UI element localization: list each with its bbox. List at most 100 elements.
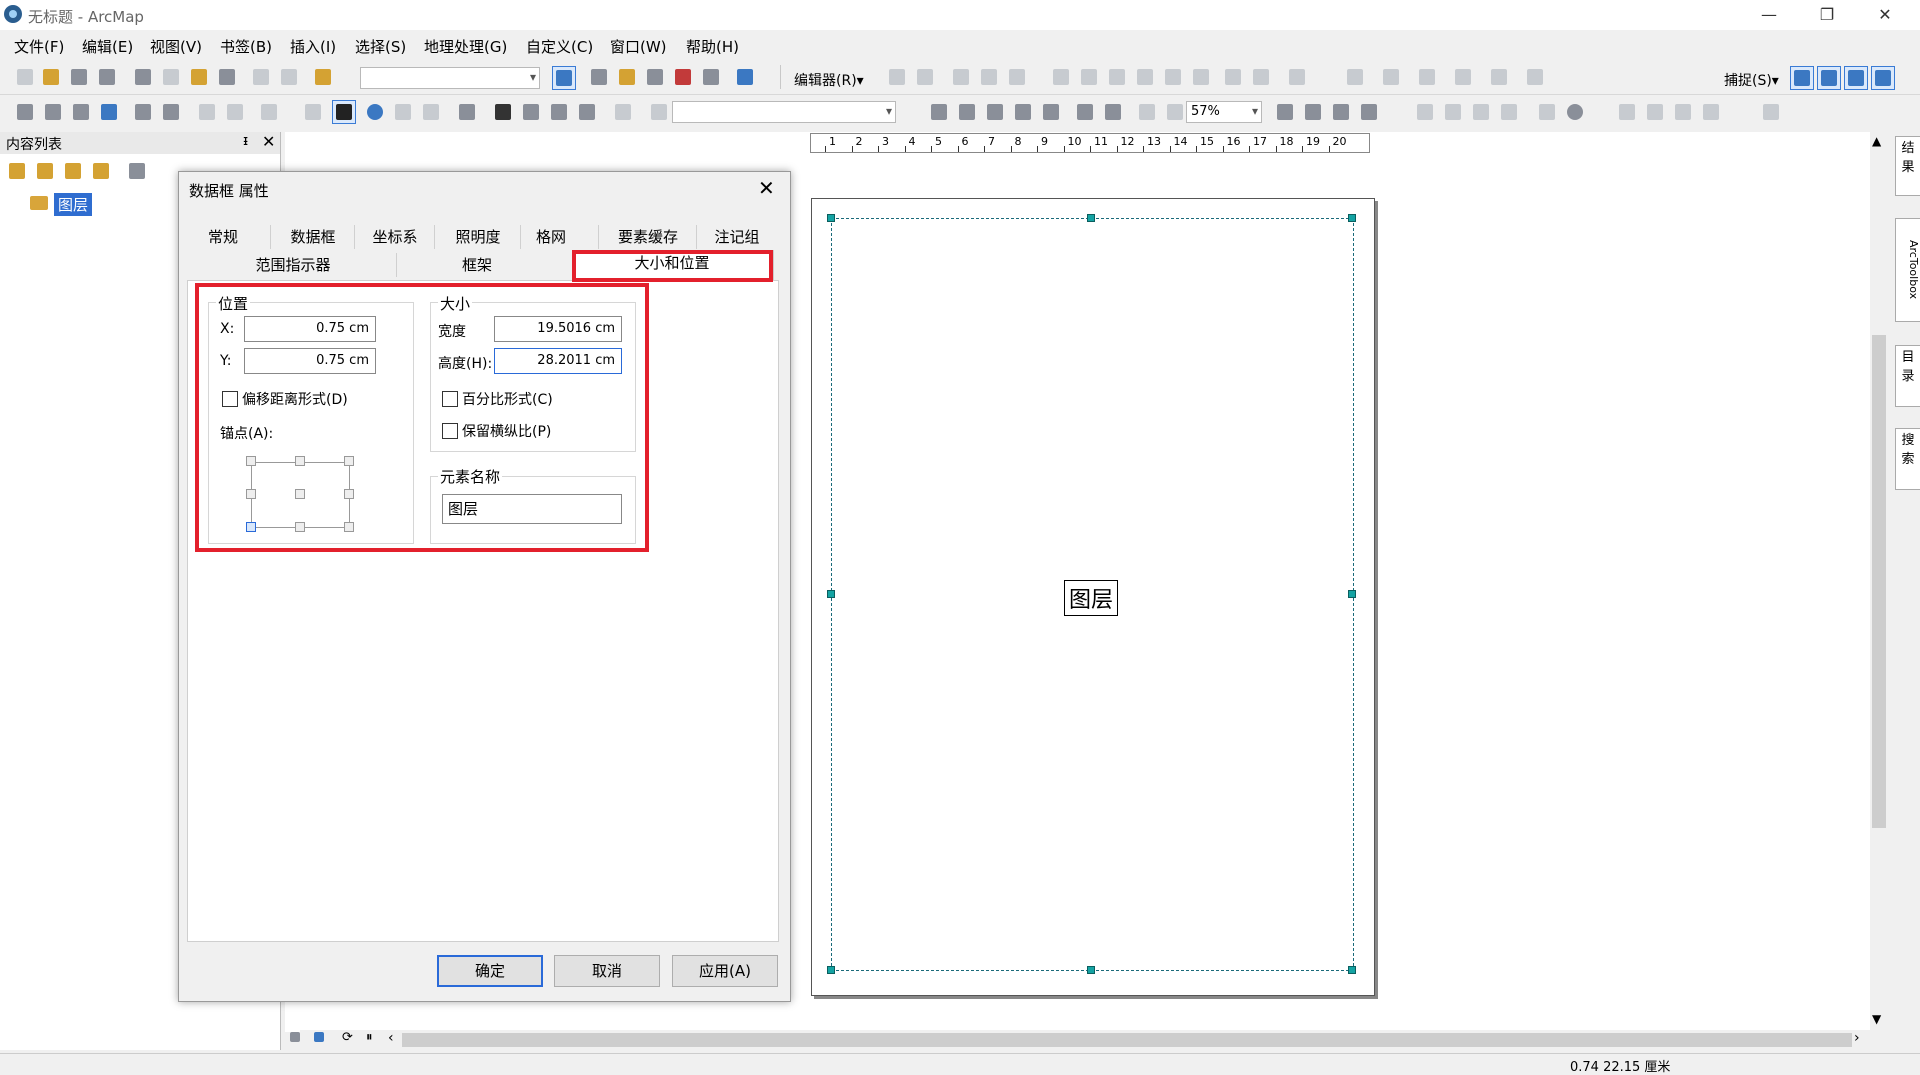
cut-polygons-button[interactable] xyxy=(1134,66,1156,88)
resize-handle-r[interactable] xyxy=(1348,590,1356,598)
edit-tool-button[interactable] xyxy=(886,66,908,88)
zoom-in-button[interactable] xyxy=(14,101,36,123)
measure-button[interactable] xyxy=(456,101,478,123)
draw-annotation-button[interactable] xyxy=(648,101,670,123)
identify-button[interactable] xyxy=(364,101,386,123)
undo-button[interactable] xyxy=(250,66,272,88)
menu-help[interactable]: 帮助(H) xyxy=(686,36,739,57)
restore-button[interactable]: ❐ xyxy=(1804,0,1850,30)
snap-end-toggle[interactable] xyxy=(1817,66,1841,90)
layout-pan-button[interactable] xyxy=(984,101,1006,123)
versioning-button[interactable] xyxy=(1488,66,1510,88)
straight-segment-button[interactable] xyxy=(950,66,972,88)
cancel-button[interactable]: 取消 xyxy=(554,955,660,987)
menu-edit[interactable]: 编辑(E) xyxy=(82,36,133,57)
horizontal-scroll-thumb[interactable] xyxy=(402,1033,1852,1047)
ok-button[interactable]: 确定 xyxy=(437,955,543,987)
list-by-visibility-button[interactable] xyxy=(62,160,84,182)
back-extent-button[interactable] xyxy=(196,101,218,123)
snapping-menu[interactable]: 捕捉(S)▾ xyxy=(1724,70,1779,90)
draw-line-button[interactable] xyxy=(1442,101,1464,123)
catalog-window-button[interactable] xyxy=(616,66,638,88)
pause-drawing-icon[interactable]: ⏸ xyxy=(366,1030,373,1045)
georef-tool-button[interactable] xyxy=(1344,66,1366,88)
layout-back-button[interactable] xyxy=(1136,101,1158,123)
redo-button[interactable] xyxy=(278,66,300,88)
vertical-scroll-thumb[interactable] xyxy=(1872,335,1886,828)
data-view-button[interactable] xyxy=(288,1030,302,1044)
reshape-button[interactable] xyxy=(1106,66,1128,88)
fixed-layout-zoom-out-button[interactable] xyxy=(1102,101,1124,123)
list-by-selection-button[interactable] xyxy=(90,160,112,182)
delete-button[interactable] xyxy=(216,66,238,88)
menu-insert[interactable]: 插入(I) xyxy=(290,36,336,57)
open-button[interactable] xyxy=(40,66,62,88)
resize-handle-t[interactable] xyxy=(1087,214,1095,222)
edit-annotation-button[interactable] xyxy=(914,66,936,88)
snap-point-toggle[interactable] xyxy=(1790,66,1814,90)
copy-button[interactable] xyxy=(160,66,182,88)
add-data-button[interactable] xyxy=(312,66,334,88)
hyperlink-button[interactable] xyxy=(392,101,414,123)
toc-options-button[interactable] xyxy=(126,160,148,182)
globe-service-button[interactable] xyxy=(1564,101,1586,123)
trace-button[interactable] xyxy=(1006,66,1028,88)
menu-file[interactable]: 文件(F) xyxy=(14,36,64,57)
tab-illumination[interactable]: 照明度 xyxy=(434,225,521,249)
apply-button[interactable]: 应用(A) xyxy=(672,955,778,987)
fixed-zoom-in-button[interactable] xyxy=(132,101,154,123)
toc-close-icon[interactable]: ✕ xyxy=(262,132,275,151)
layout-zoom-out-button[interactable] xyxy=(956,101,978,123)
focus-data-frame-button[interactable] xyxy=(1302,101,1324,123)
split-button[interactable] xyxy=(1162,66,1184,88)
search-window-button[interactable] xyxy=(644,66,666,88)
arctoolbox-button[interactable] xyxy=(672,66,694,88)
toc-window-button[interactable] xyxy=(588,66,610,88)
time-slider-button[interactable] xyxy=(576,101,598,123)
topology-tool-button[interactable] xyxy=(1380,66,1402,88)
resize-handle-bl[interactable] xyxy=(827,966,835,974)
editor-menu[interactable]: 编辑器(R)▾ xyxy=(794,70,864,90)
resize-handle-tr[interactable] xyxy=(1348,214,1356,222)
scroll-up-icon[interactable]: ▲ xyxy=(1872,134,1881,148)
zoom-whole-page-button[interactable] xyxy=(1012,101,1034,123)
menu-geoprocessing[interactable]: 地理处理(G) xyxy=(424,36,507,57)
forward-extent-button[interactable] xyxy=(224,101,246,123)
tab-coordinate-system[interactable]: 坐标系 xyxy=(354,225,435,249)
find-button[interactable] xyxy=(492,101,514,123)
minimize-button[interactable]: — xyxy=(1746,0,1792,30)
select-elements-button[interactable] xyxy=(332,100,356,124)
data-driven-pages-button[interactable] xyxy=(1358,101,1380,123)
pin-icon[interactable]: ᵻ xyxy=(243,133,248,149)
tab-feature-cache[interactable]: 要素缓存 xyxy=(598,225,697,249)
scroll-right-icon[interactable]: › xyxy=(1854,1030,1860,1046)
tab-annotation-groups[interactable]: 注记组 xyxy=(696,225,777,249)
python-window-button[interactable] xyxy=(700,66,722,88)
edit-vertices-button[interactable] xyxy=(1078,66,1100,88)
arctoolbox-tab[interactable]: ArcToolbox xyxy=(1895,218,1920,322)
layer-item-label[interactable]: 图层 xyxy=(54,193,93,216)
layout-zoom-in-button[interactable] xyxy=(928,101,950,123)
tab-general[interactable]: 常规 xyxy=(190,225,256,249)
menu-customize[interactable]: 自定义(C) xyxy=(526,36,593,57)
cogo-button[interactable] xyxy=(1452,66,1474,88)
cut-button[interactable] xyxy=(132,66,154,88)
save-button[interactable] xyxy=(68,66,90,88)
change-layout-button[interactable] xyxy=(1330,101,1352,123)
pan-button[interactable] xyxy=(70,101,92,123)
resize-handle-tl[interactable] xyxy=(827,214,835,222)
advanced-edit-button[interactable] xyxy=(1524,66,1546,88)
order-button[interactable] xyxy=(1672,101,1694,123)
align-button[interactable] xyxy=(1470,101,1492,123)
modelbuilder-button[interactable] xyxy=(734,66,756,88)
scroll-down-icon[interactable]: ▼ xyxy=(1872,1012,1881,1026)
snap-layout-button[interactable] xyxy=(1536,101,1558,123)
menu-view[interactable]: 视图(V) xyxy=(150,36,202,57)
search-tab[interactable]: 搜索 xyxy=(1895,428,1920,490)
print-button[interactable] xyxy=(96,66,118,88)
full-extent-button[interactable] xyxy=(98,101,120,123)
create-viewer-button[interactable] xyxy=(612,101,634,123)
spatial-adjust-button[interactable] xyxy=(1416,66,1438,88)
ungroup-elements-button[interactable] xyxy=(1644,101,1666,123)
editor-toolbar-toggle[interactable] xyxy=(552,66,576,90)
